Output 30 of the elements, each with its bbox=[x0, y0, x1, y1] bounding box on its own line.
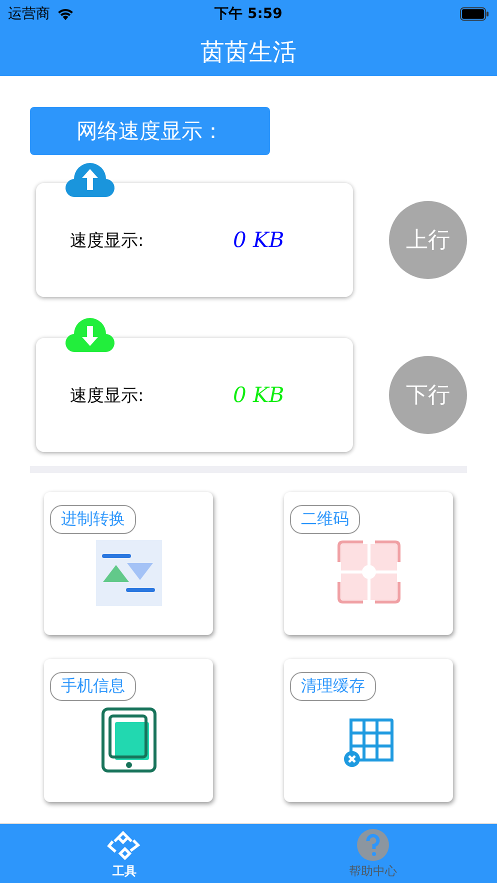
cloud-upload-icon bbox=[65, 160, 115, 198]
tab-item[interactable]: 工具 bbox=[0, 824, 248, 883]
upload-button[interactable]: 上行 bbox=[389, 201, 467, 279]
tool-tile[interactable]: 二维码 bbox=[284, 492, 453, 635]
tool-label: 进制转换 bbox=[50, 505, 136, 534]
download-button[interactable]: 下行 bbox=[389, 356, 467, 434]
tool-tile[interactable]: 手机信息 bbox=[44, 659, 213, 802]
speed-label: 速度显示: bbox=[70, 230, 145, 252]
cloud-download-icon bbox=[65, 315, 115, 353]
tools-icon bbox=[107, 831, 142, 861]
section-header: 网络速度显示： bbox=[30, 107, 270, 155]
tool-label: 手机信息 bbox=[50, 672, 136, 701]
tab-item[interactable]: 帮助中心 bbox=[248, 824, 497, 883]
tool-label: 清理缓存 bbox=[290, 672, 376, 701]
grid-delete-icon bbox=[342, 717, 394, 769]
tool-label: 二维码 bbox=[290, 505, 360, 534]
battery-icon bbox=[460, 7, 489, 21]
scan-frame-icon bbox=[336, 540, 400, 604]
convert-icon bbox=[96, 540, 162, 606]
help-icon bbox=[356, 829, 389, 861]
tool-tile[interactable]: 清理缓存 bbox=[284, 659, 453, 802]
carrier-text: 运营商 bbox=[8, 5, 50, 23]
tool-tile[interactable]: 进制转换 bbox=[44, 492, 213, 635]
speed-value: 0 KB bbox=[233, 383, 284, 407]
tablet-icon bbox=[100, 707, 156, 773]
speed-value: 0 KB bbox=[233, 228, 284, 252]
speed-label: 速度显示: bbox=[70, 384, 145, 406]
app-title: 茵茵生活 bbox=[200, 37, 296, 68]
clock-text: 下午 5:59 bbox=[214, 5, 284, 23]
wifi-icon bbox=[56, 8, 75, 20]
